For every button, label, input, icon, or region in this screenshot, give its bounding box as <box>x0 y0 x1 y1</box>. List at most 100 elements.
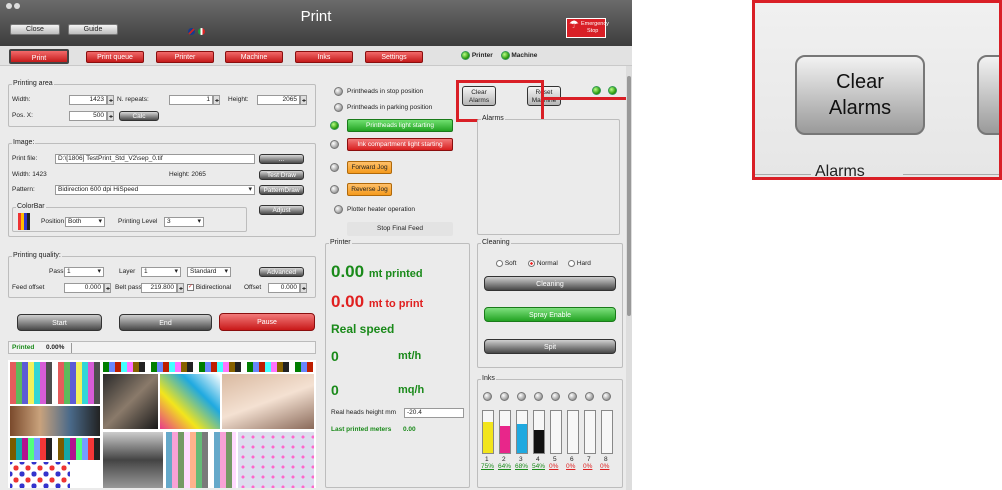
hard-label: Hard <box>576 260 591 268</box>
print-window: Close Guide Print ☂ Emergency Stop Print… <box>0 0 632 490</box>
bidirectional-checkbox[interactable]: ✓ Bidirectional <box>187 284 231 291</box>
ink-percent[interactable]: 0% <box>566 463 575 470</box>
scrollbar-thumb[interactable] <box>627 76 631 316</box>
quality-legend: Printing quality: <box>12 252 62 259</box>
heater-label: Plotter heater operation <box>347 206 415 214</box>
spray-enable-button[interactable]: Spray Enable <box>484 307 616 322</box>
italy-flag-icon[interactable] <box>198 28 205 35</box>
emergency-stop-button[interactable]: ☂ Emergency Stop <box>566 18 609 38</box>
height-field[interactable]: 2065 <box>257 95 300 105</box>
ink-tank <box>516 410 528 454</box>
height-stepper[interactable] <box>300 95 307 105</box>
offset-stepper[interactable] <box>300 283 307 293</box>
tab-print[interactable]: Print <box>9 49 69 64</box>
mth-value: 0 <box>331 348 339 364</box>
offset-label: Offset <box>244 284 262 291</box>
last-printed-label: Last printed meters <box>331 426 392 433</box>
pattern-label: Pattern: <box>12 186 35 193</box>
belt-pass-stepper[interactable] <box>177 283 184 293</box>
stop-final-feed-button[interactable]: Stop Final Feed <box>347 222 453 236</box>
test-draw-button[interactable]: Test Draw <box>259 170 304 180</box>
offset-field[interactable]: 0.000 <box>268 283 300 293</box>
cleaning-button[interactable]: Cleaning <box>484 276 616 291</box>
layer-select[interactable]: 1 <box>141 267 181 277</box>
window-title: Print <box>300 8 332 25</box>
ink-light-led-icon <box>330 140 339 149</box>
width-field[interactable]: 1423 <box>69 95 107 105</box>
spit-button[interactable]: Spit <box>484 339 616 354</box>
mqh-value: 0 <box>331 382 339 398</box>
hard-radio[interactable]: Hard <box>568 260 591 267</box>
emergency-label-1: Emergency <box>581 21 609 27</box>
repeats-stepper[interactable] <box>213 95 220 105</box>
printed-value: 0.00 <box>331 262 365 281</box>
adjust-button[interactable]: Adjust <box>259 205 304 215</box>
tab-print-queue[interactable]: Print queue <box>86 51 144 63</box>
forward-jog-button[interactable]: Forward Jog <box>347 161 392 174</box>
soft-radio[interactable]: Soft <box>496 260 516 267</box>
ink-led-icon <box>534 392 543 401</box>
to-print-unit: mt to print <box>368 298 424 310</box>
uk-flag-icon[interactable] <box>188 28 195 35</box>
print-file-field[interactable]: D:\[1806] TestPrint_Std_V2\sep_0.tif <box>55 154 255 164</box>
tab-settings[interactable]: Settings <box>365 51 423 63</box>
feed-offset-stepper[interactable] <box>104 283 111 293</box>
tab-inks[interactable]: Inks <box>295 51 353 63</box>
posx-field[interactable]: 500 <box>69 111 107 121</box>
start-button[interactable]: Start <box>17 314 102 331</box>
browse-button[interactable]: ... <box>259 154 304 164</box>
printheads-light-button[interactable]: Printheads light starting <box>347 119 453 132</box>
preview-photo-6 <box>238 432 314 488</box>
zoom-clear-alarms-button: Clear Alarms <box>795 55 925 135</box>
zoom-clear-label-1: Clear <box>836 71 884 93</box>
ink-percent[interactable]: 0% <box>600 463 609 470</box>
posx-stepper[interactable] <box>107 111 114 121</box>
printing-level-select[interactable]: 3 <box>164 217 204 227</box>
advanced-button[interactable]: Advanced <box>259 267 304 277</box>
preview-patch-3 <box>166 432 236 488</box>
ink-percent[interactable]: 68% <box>515 463 528 470</box>
last-printed-value: 0.00 <box>403 426 416 433</box>
colorbar-position-select[interactable]: Both <box>65 217 105 227</box>
preview-strip <box>103 362 313 372</box>
ink-percent[interactable]: 64% <box>498 463 511 470</box>
pattern-draw-button[interactable]: PatternDraw <box>259 185 304 195</box>
machine-status-label: Machine <box>511 52 538 60</box>
reverse-jog-button[interactable]: Reverse Jog <box>347 183 392 196</box>
tab-machine[interactable]: Machine <box>225 51 283 63</box>
repeats-field[interactable]: 1 <box>169 95 213 105</box>
ink-percent[interactable]: 0% <box>583 463 592 470</box>
preview-photo-1 <box>10 406 100 436</box>
ink-channel-number: 7 <box>587 456 591 463</box>
feed-offset-field[interactable]: 0.000 <box>64 283 104 293</box>
belt-pass-field[interactable]: 219.800 <box>141 283 177 293</box>
printer-status: Printer Machine <box>461 51 537 60</box>
normal-radio[interactable]: Normal <box>528 260 558 267</box>
pattern-select[interactable]: Bidirection 600 dpi HiSpeed <box>55 185 255 195</box>
ink-percent[interactable]: 75% <box>481 463 494 470</box>
emergency-label-2: Stop <box>587 28 599 34</box>
printer-panel: Printer 0.00 mt printed 0.00 mt to print… <box>325 239 470 488</box>
guide-button[interactable]: Guide <box>68 24 118 35</box>
ink-led-icon <box>483 392 492 401</box>
posx-label: Pos. X: <box>12 112 33 119</box>
height-label: Height: <box>228 96 249 103</box>
ink-channel-number: 4 <box>536 456 540 463</box>
close-button[interactable]: Close <box>10 24 60 35</box>
scrollbar[interactable] <box>626 66 632 490</box>
ink-percent[interactable]: 0% <box>549 463 558 470</box>
width-stepper[interactable] <box>107 95 114 105</box>
calc-button[interactable]: Calc <box>119 111 159 121</box>
pass-select[interactable]: 1 <box>64 267 104 277</box>
end-button[interactable]: End <box>119 314 212 331</box>
callout-connector <box>544 97 632 100</box>
colorbar-position-label: Position <box>41 218 65 225</box>
mode-select[interactable]: Standard <box>187 267 231 277</box>
ink-percent[interactable]: 54% <box>532 463 545 470</box>
heads-height-field[interactable]: -20.4 <box>404 408 464 418</box>
pause-button[interactable]: Pause <box>219 313 315 331</box>
printing-quality-group: Printing quality: Pass 1 Layer 1 Standar… <box>8 252 316 298</box>
ink-compartment-light-button[interactable]: Ink compartment light starting <box>347 138 453 151</box>
tab-bar: Print Print queue Printer Machine Inks S… <box>0 46 632 66</box>
tab-printer[interactable]: Printer <box>156 51 214 63</box>
